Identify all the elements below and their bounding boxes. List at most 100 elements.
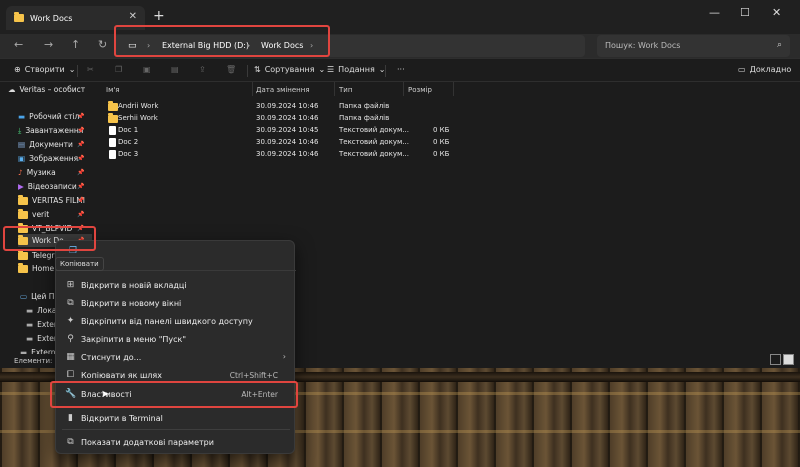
create-button[interactable]: ⊕ Створити ⌄ [14,65,75,74]
file-type: Текстовий докум... [339,138,409,146]
sidebar-item-veritas-filmi[interactable]: VERITAS FILMI 📌 [18,194,85,207]
menu-item-pin-start[interactable]: ⚲ Закріпити в меню "Пуск" [56,331,296,348]
details-pane-button[interactable]: ▭ Докладно [738,65,791,74]
chevron-down-icon: ⌄ [318,65,326,74]
new-tab-button[interactable]: + [153,8,165,24]
folder-icon [18,208,28,219]
sort-button[interactable]: ⇅ Сортування ⌄ [254,65,325,74]
pin-icon: 📌 [77,169,85,176]
column-header-size[interactable]: Розмір [408,86,432,94]
desktop-icon: ▬ [18,112,26,121]
sidebar-item-videos[interactable]: ▶ Відеозаписи 📌 [18,180,84,193]
pictures-icon: ▣ [18,154,26,163]
file-row-andrii-work[interactable]: Andrii Work 30.09.2024 10:46 Папка файлі… [106,100,706,112]
refresh-icon[interactable]: ↻ [98,38,107,51]
sidebar-item-label: Робочий стіл [29,112,80,121]
file-size: 0 КБ [433,126,450,134]
menu-item-label: Відкрити в новій вкладці [81,281,187,290]
more-options-button[interactable]: ··· [397,65,405,74]
pin-icon: 📌 [77,197,85,204]
column-header-date[interactable]: Дата змінення [256,86,310,94]
menu-item-unpin-quick-access[interactable]: ✦ Відкріпити від панелі швидкого доступу [56,313,296,330]
view-toggle [770,354,794,365]
search-input[interactable]: Пошук: Work Docs ⌕ [597,35,790,57]
breadcrumb-folder[interactable]: Work Docs [261,41,303,50]
pin-icon: 📌 [77,225,85,232]
menu-item-properties[interactable]: 🔧 Властивості Alt+Enter [56,386,296,403]
menu-item-more-options[interactable]: ⧉ Показати додаткові параметри [56,434,296,451]
menu-item-compress[interactable]: ▦ Стиснути до... › [56,349,296,366]
breadcrumb-drive[interactable]: External Big HDD (D:) [162,41,249,50]
menu-item-open-new-tab[interactable]: ⊞ Відкрити в новій вкладці [56,277,296,294]
file-date: 30.09.2024 10:46 [256,138,319,146]
copy-tooltip: Копіювати [55,257,104,271]
maximize-button[interactable]: ☐ [740,6,750,19]
tiles-view-icon[interactable] [783,354,794,365]
file-row-serhii-work[interactable]: Serhii Work 30.09.2024 10:46 Папка файлі… [106,112,706,124]
file-type: Текстовий докум... [339,126,409,134]
sidebar-item-this-pc[interactable]: ▭ Цей ПК [20,290,60,303]
share-icon[interactable]: ⇪ [199,65,206,74]
paste-icon[interactable]: ▣ [143,65,151,74]
details-view-icon[interactable] [770,354,781,365]
sidebar-item-label: Документи [29,140,73,149]
delete-icon[interactable]: 🗑 [226,65,236,74]
chevron-right-icon[interactable]: › [310,41,313,50]
terminal-icon: ▮ [68,413,73,423]
search-placeholder: Пошук: Work Docs [605,41,681,50]
more-options-icon: ⧉ [67,437,74,447]
sidebar-item-telegram[interactable]: Telegra [18,249,59,262]
sidebar-item-onedrive[interactable]: ☁ Veritas – особист [8,83,85,96]
file-date: 30.09.2024 10:45 [256,126,319,134]
folder-icon [14,12,24,22]
menu-item-label: Копіювати як шлях [81,371,162,380]
copy-icon[interactable]: ❐ [69,246,77,256]
column-header-type[interactable]: Тип [339,86,352,94]
copy-icon[interactable]: ❐ [115,65,122,74]
details-label: Докладно [749,65,792,74]
text-document-icon [109,138,116,147]
file-size: 0 КБ [433,150,450,158]
sidebar-item-music[interactable]: ♪ Музика 📌 [18,166,84,179]
minimize-button[interactable]: — [709,6,720,19]
close-tab-icon[interactable]: ✕ [129,11,137,22]
back-arrow-icon[interactable]: ← [14,38,23,51]
sidebar-item-downloads[interactable]: ⤓ Завантаження 📌 [18,124,84,137]
file-row-doc-1[interactable]: Doc 1 30.09.2024 10:45 Текстовий докум..… [106,124,706,136]
sidebar-item-label: Зображення [29,154,79,163]
column-header-name[interactable]: Ім'я [106,86,119,94]
pc-icon: ▭ [20,292,28,301]
file-row-doc-2[interactable]: Doc 2 30.09.2024 10:46 Текстовий докум..… [106,136,706,148]
tab-work-docs[interactable]: Work Docs ✕ [6,6,145,30]
file-name: Doc 3 [118,150,139,158]
music-icon: ♪ [18,168,23,177]
forward-arrow-icon[interactable]: → [44,38,53,51]
item-count: Елементи: 5 [14,357,60,365]
text-document-icon [109,126,116,135]
menu-item-open-new-window[interactable]: ⧉ Відкрити в новому вікні [56,295,296,312]
sidebar-item-desktop[interactable]: ▬ Робочий стіл 📌 [18,110,84,123]
sidebar-item-documents[interactable]: ▤ Документи 📌 [18,138,84,151]
menu-item-shortcut: Alt+Enter [241,390,278,399]
pc-icon: ▭ [128,41,137,51]
pin-icon: ⚲ [67,334,74,344]
file-row-doc-3[interactable]: Doc 3 30.09.2024 10:46 Текстовий докум..… [106,148,706,160]
file-name: Serhii Work [118,114,158,122]
up-arrow-icon[interactable]: ↑ [71,38,80,51]
menu-item-label: Стиснути до... [81,353,142,362]
pin-icon: 📌 [77,155,85,162]
search-icon: ⌕ [776,40,782,50]
menu-item-copy-as-path[interactable]: ⧠ Копіювати як шлях Ctrl+Shift+C [56,367,296,384]
rename-icon[interactable]: ▤ [171,65,179,74]
menu-item-shortcut: Ctrl+Shift+C [229,371,278,380]
drive-icon: ▬ [26,334,34,343]
menu-item-open-terminal[interactable]: ▮ Відкрити в Terminal [56,410,296,427]
close-window-button[interactable]: ✕ [772,6,781,19]
pin-icon: 📌 [77,141,85,148]
file-date: 30.09.2024 10:46 [256,102,319,110]
sidebar-item-pictures[interactable]: ▣ Зображення 📌 [18,152,84,165]
view-button[interactable]: ☰ Подання ⌄ [327,65,386,74]
sidebar-item-verit[interactable]: verit 📌 [18,208,84,221]
cut-icon[interactable]: ✂ [87,65,94,74]
mouse-cursor-icon: ➤ [101,389,110,400]
